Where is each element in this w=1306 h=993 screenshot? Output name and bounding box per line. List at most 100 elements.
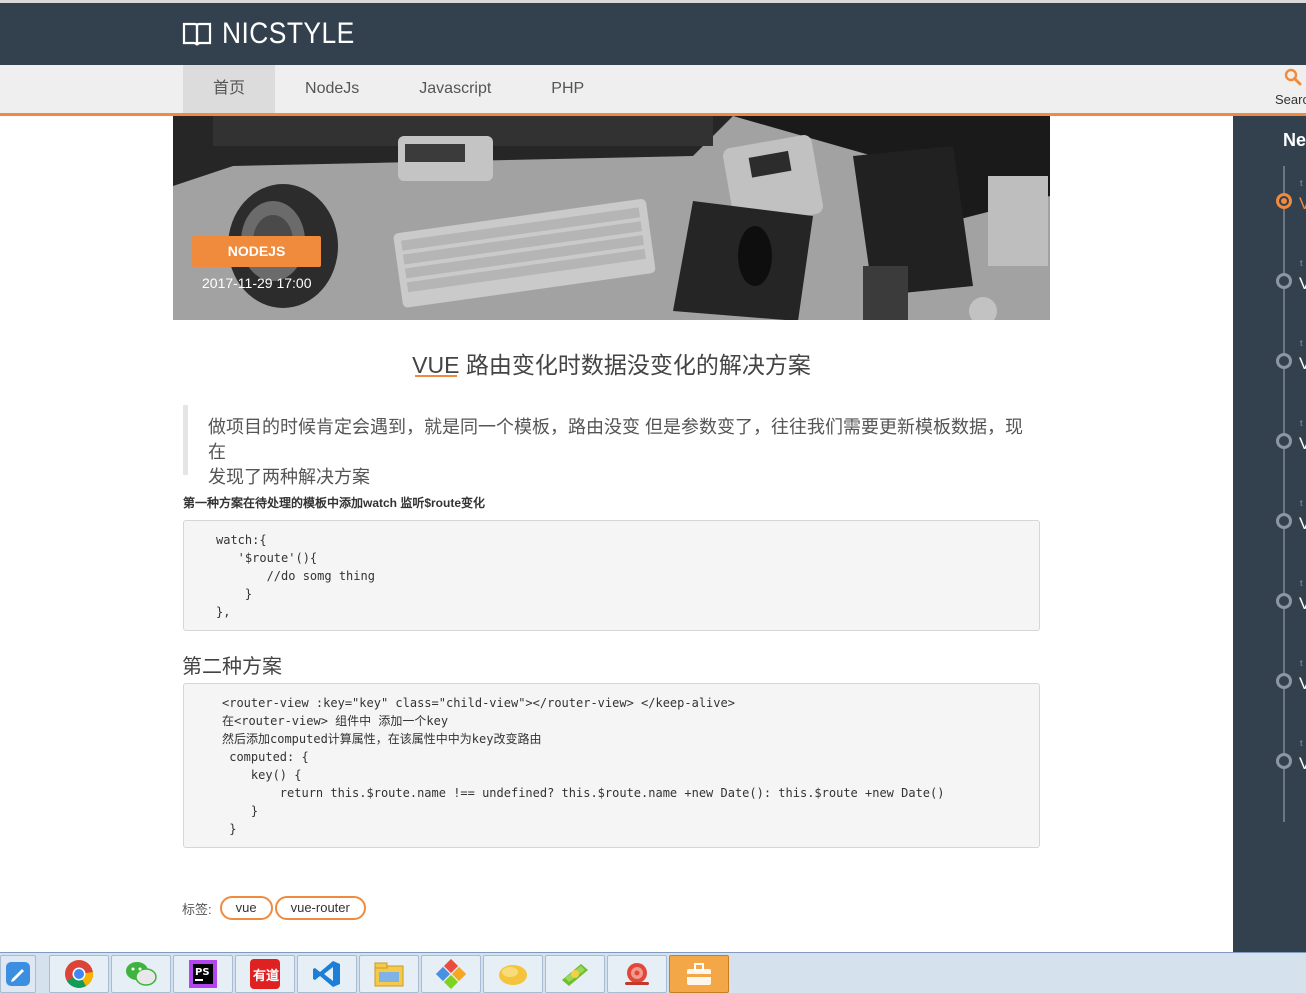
- timeline-dot: [1276, 513, 1292, 529]
- taskbar-phpstorm[interactable]: PS: [173, 955, 233, 993]
- taskbar-youdao[interactable]: 有道: [235, 955, 295, 993]
- code1-line: }: [216, 587, 253, 601]
- timeline-dot: [1276, 753, 1292, 769]
- section-heading-2: 第二种方案: [182, 656, 282, 678]
- nav-tab-home[interactable]: 首页: [183, 65, 276, 113]
- article-quote: 做项目的时候肯定会遇到，就是同一个模板，路由没变 但是参数变了，往往我们需要更新…: [183, 405, 1033, 487]
- taskbar-money[interactable]: [545, 955, 605, 993]
- tag-vue[interactable]: vue: [219, 896, 273, 920]
- code1-line: '$route'(){: [216, 551, 318, 565]
- quote-line-1: 做项目的时候肯定会遇到，就是同一个模板，路由没变 但是参数变了，往往我们需要更新…: [208, 417, 1023, 462]
- sidebar-title: Ne: [1283, 130, 1306, 150]
- quote-text: 做项目的时候肯定会遇到，就是同一个模板，路由没变 但是参数变了，往往我们需要更新…: [208, 415, 1028, 490]
- nav-tab-nodejs[interactable]: NodeJs: [275, 65, 389, 113]
- code2-line: 在<router-view> 组件中 添加一个key: [222, 714, 449, 728]
- timeline-item[interactable]: t V: [1276, 258, 1306, 313]
- timeline-text: V: [1299, 434, 1306, 453]
- section-heading-1: 第一种方案在待处理的模板中添加watch 监听$route变化: [183, 496, 486, 510]
- timeline-meta: t: [1300, 498, 1303, 508]
- youdao-icon: 有道: [250, 959, 280, 989]
- taskbar-git[interactable]: [421, 955, 481, 993]
- timeline-item[interactable]: t V: [1276, 738, 1306, 793]
- timeline-line: [1283, 166, 1285, 822]
- timeline-meta: t: [1300, 418, 1303, 428]
- toolbox-icon: [687, 963, 711, 985]
- timeline-item[interactable]: t V: [1276, 178, 1306, 233]
- code2-line: 然后添加computed计算属性，在该属性中中为key改变路由: [222, 732, 542, 746]
- timeline-text: V: [1299, 674, 1306, 693]
- main-nav: 首页 NodeJs Javascript PHP Searc: [0, 65, 1306, 116]
- money-icon: [562, 964, 588, 986]
- timeline-meta: t: [1300, 178, 1303, 188]
- taskbar-chrome[interactable]: [49, 955, 109, 993]
- timeline-item[interactable]: t V: [1276, 578, 1306, 633]
- taskbar-toolbox[interactable]: [669, 955, 729, 993]
- timeline-dot: [1276, 433, 1292, 449]
- timeline-text: V: [1299, 194, 1306, 213]
- site-header: NICSTYLE: [0, 3, 1306, 65]
- code-text-1: watch:{ '$route'(){ //do somg thing } },: [216, 531, 375, 621]
- timeline-dot: [1276, 673, 1292, 689]
- tags-label: 标签:: [182, 901, 212, 917]
- timeline-dot: [1276, 593, 1292, 609]
- timeline-dot: [1276, 193, 1292, 209]
- taskbar-vscode[interactable]: [297, 955, 357, 993]
- timeline-dot: [1276, 273, 1292, 289]
- timeline-meta: t: [1300, 658, 1303, 668]
- tag-vue-router[interactable]: vue-router: [274, 896, 366, 920]
- category-badge[interactable]: NODEJS: [192, 236, 321, 267]
- start-button[interactable]: [0, 955, 36, 993]
- article-title: VUE 路由变化时数据没变化的解决方案: [412, 352, 811, 378]
- code1-line: },: [216, 605, 231, 619]
- site-name: NICSTYLE: [222, 17, 355, 50]
- site-logo[interactable]: NICSTYLE: [182, 17, 373, 51]
- timeline-meta: t: [1300, 258, 1303, 268]
- post-date: 2017-11-29 17:00: [202, 275, 312, 291]
- code-block-2: <router-view :key="key" class="child-vie…: [183, 683, 1040, 848]
- timeline-meta: t: [1300, 338, 1303, 348]
- hero-image[interactable]: NODEJS 2017-11-29 17:00: [173, 116, 1050, 320]
- git-icon: [436, 959, 466, 989]
- timeline-item[interactable]: t V: [1276, 658, 1306, 713]
- search-label: Searc: [1275, 92, 1306, 107]
- taskbar-snail[interactable]: [607, 955, 667, 993]
- chrome-icon: [65, 960, 94, 988]
- timeline-text: V: [1299, 594, 1306, 613]
- snail-icon: [625, 963, 649, 985]
- code2-line: }: [222, 804, 259, 818]
- vscode-icon: [313, 961, 340, 987]
- phpstorm-icon: PS: [189, 960, 217, 988]
- code2-line: key() {: [222, 768, 302, 782]
- taskbar: PS 有道: [0, 952, 1306, 993]
- timeline-text: V: [1299, 754, 1306, 773]
- code-block-1: watch:{ '$route'(){ //do somg thing } },: [183, 520, 1040, 631]
- code2-line: return this.$route.name !== undefined? t…: [222, 786, 945, 800]
- tag-list: 标签: vue vue-router: [182, 896, 368, 920]
- taskbar-folder[interactable]: [483, 955, 543, 993]
- code-text-2: <router-view :key="key" class="child-vie…: [222, 694, 944, 838]
- timeline-meta: t: [1300, 738, 1303, 748]
- timeline-text: V: [1299, 274, 1306, 293]
- code2-line: <router-view :key="key" class="child-vie…: [222, 696, 735, 710]
- news-sidebar: Ne t V t V t V t V t V t V t V t V: [1233, 116, 1306, 952]
- taskbar-wechat[interactable]: [111, 955, 171, 993]
- svg-text:有道: 有道: [253, 968, 279, 984]
- wechat-icon: [126, 962, 157, 986]
- book-icon: [182, 22, 212, 46]
- timeline-item[interactable]: t V: [1276, 338, 1306, 393]
- code2-line: }: [222, 822, 237, 836]
- timeline-dot: [1276, 353, 1292, 369]
- folder-icon: [499, 965, 527, 985]
- search-icon: [1284, 68, 1302, 86]
- nav-tab-javascript[interactable]: Javascript: [389, 65, 521, 113]
- code2-line: computed: {: [222, 750, 309, 764]
- quote-line-2: 发现了两种解决方案: [208, 467, 370, 487]
- nav-tab-php[interactable]: PHP: [521, 65, 614, 113]
- timeline-item[interactable]: t V: [1276, 418, 1306, 473]
- title-underline: [415, 375, 457, 377]
- timeline-text: V: [1299, 354, 1306, 373]
- code1-line: watch:{: [216, 533, 267, 547]
- timeline-item[interactable]: t V: [1276, 498, 1306, 553]
- svg-text:PS: PS: [195, 967, 210, 978]
- taskbar-file-manager[interactable]: [359, 955, 419, 993]
